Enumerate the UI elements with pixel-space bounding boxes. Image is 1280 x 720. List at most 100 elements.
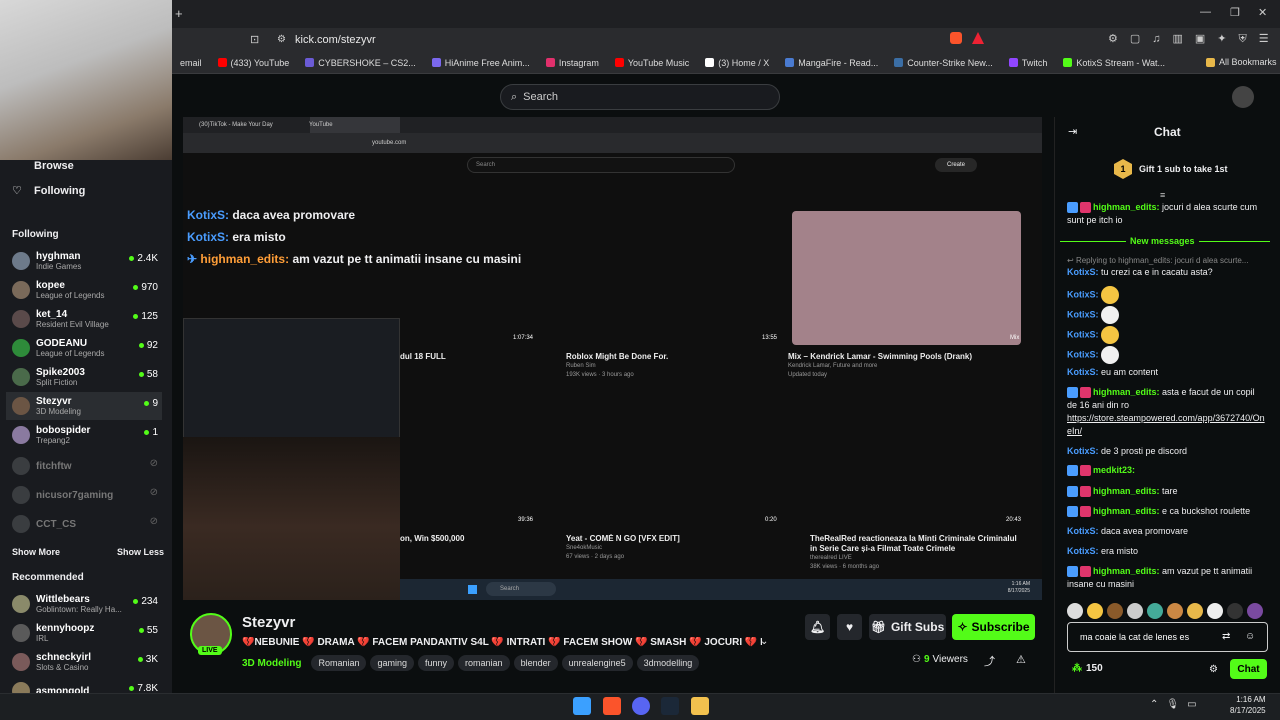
subscribe-button[interactable]: ✧ Subscribe <box>952 614 1035 640</box>
sidebar-channel-item[interactable]: Stezyvr 3D Modeling 9 <box>6 392 162 420</box>
share-icon[interactable]: ⤴ <box>984 653 995 669</box>
chat-link[interactable]: https://store.steampowered.com/app/36727… <box>1067 413 1265 436</box>
bookmark-item[interactable]: Counter-Strike New... <box>886 58 1001 68</box>
sidebar-channel-item[interactable]: CCT_CS ⊘ <box>12 510 162 538</box>
os-clock[interactable]: 1:16 AM 8/17/2025 <box>1230 694 1266 716</box>
stream-tag[interactable]: Romanian <box>311 655 367 671</box>
report-icon[interactable]: ⚠ <box>1016 653 1026 666</box>
send-chat-button[interactable]: Chat <box>1230 659 1267 679</box>
chat-username[interactable]: highman_edits: <box>1093 202 1160 212</box>
sidebar-channel-item[interactable]: kopee League of Legends 970 <box>12 276 162 304</box>
sidebar-channel-item[interactable]: Wittlebears Goblintown: Really Ha... 234 <box>12 590 162 618</box>
sidebar-channel-item[interactable]: Spike2003 Split Fiction 58 <box>12 363 162 391</box>
new-tab-icon[interactable]: + <box>175 6 183 21</box>
chat-username[interactable]: KotixS: <box>1067 349 1099 359</box>
emote-bar[interactable] <box>1067 603 1263 619</box>
system-tray-icons[interactable]: ⌃🎙︎▭ <box>1150 699 1205 710</box>
browser-toolbar-icons[interactable]: ⚙▢♫▥▣✦⛨☰ <box>1108 32 1280 46</box>
chat-username[interactable]: KotixS: <box>1067 289 1099 299</box>
show-less-button[interactable]: Show Less <box>117 547 164 557</box>
sidebar-channel-item[interactable]: kennyhoopz IRL 55 <box>12 619 162 647</box>
bookmark-item[interactable]: CYBERSHOKE – CS2... <box>297 58 424 68</box>
sidebar-channel-item[interactable]: schneckyirl Slots & Casino 3K <box>12 648 162 676</box>
emote-icon[interactable] <box>1187 603 1203 619</box>
chevron-down-icon[interactable]: ⌄ <box>760 636 768 647</box>
bookmark-item[interactable]: HiAnime Free Anim... <box>424 58 538 68</box>
chat-username[interactable]: highman_edits: <box>1093 486 1160 496</box>
bookmark-item[interactable]: Instagram <box>538 58 607 68</box>
brave-browser-icon[interactable] <box>603 697 621 715</box>
bookmark-item[interactable]: Twitch <box>1001 58 1056 68</box>
collapse-chat-icon[interactable]: ⇥ <box>1068 125 1077 138</box>
close-window-icon[interactable]: ✕ <box>1258 6 1267 19</box>
bookmark-item[interactable]: YouTube Music <box>607 58 697 68</box>
sidebar-channel-item[interactable]: ket_14 Resident Evil Village 125 <box>12 305 162 333</box>
show-more-button[interactable]: Show More <box>12 547 60 557</box>
translate-icon[interactable]: ⇄ <box>1222 631 1230 642</box>
emote-icon[interactable] <box>1147 603 1163 619</box>
sidebar-channel-item[interactable]: hyghman Indie Games 2.4K <box>12 247 162 275</box>
stream-tag[interactable]: blender <box>513 655 558 671</box>
streamer-name[interactable]: Stezyvr <box>242 614 295 631</box>
pinned-icon[interactable]: ≡ <box>1160 190 1165 200</box>
stream-tag[interactable]: unrealengine5 <box>561 655 633 671</box>
emote-icon[interactable] <box>1107 603 1123 619</box>
user-avatar[interactable] <box>1232 86 1254 108</box>
emoji-icon[interactable]: ☺ <box>1245 631 1255 642</box>
sidebar-channel-item[interactable]: bobospider Trepang2 1 <box>12 421 162 449</box>
chat-username[interactable]: highman_edits: <box>1093 566 1160 576</box>
gift-prompt[interactable]: Gift 1 sub to take 1st <box>1139 164 1228 174</box>
url-field[interactable]: kick.com/stezyvr <box>295 34 376 46</box>
chat-username[interactable]: highman_edits: <box>1093 387 1160 397</box>
bookmark-page-icon[interactable]: ⊡ <box>250 33 259 46</box>
brave-shield-icon[interactable] <box>950 32 962 44</box>
stream-tag[interactable]: 3dmodelling <box>636 655 700 671</box>
minimize-icon[interactable]: — <box>1200 6 1211 18</box>
stream-tag[interactable]: romanian <box>458 655 510 671</box>
emote-icon[interactable] <box>1167 603 1183 619</box>
chat-username[interactable]: KotixS: <box>1067 446 1099 456</box>
bell-icon[interactable]: 🔔︎ <box>805 614 830 640</box>
chat-username[interactable]: KotixS: <box>1067 526 1099 536</box>
category-link[interactable]: 3D Modeling <box>242 658 301 669</box>
emote-icon[interactable] <box>1067 603 1083 619</box>
emote-icon[interactable] <box>1207 603 1223 619</box>
file-explorer-icon[interactable] <box>691 697 709 715</box>
maximize-icon[interactable]: ❐ <box>1230 6 1240 19</box>
chat-settings-icon[interactable]: ⚙ <box>1209 664 1218 675</box>
stream-tag[interactable]: funny <box>418 655 455 671</box>
sidebar-channel-item[interactable]: fitchftw ⊘ <box>12 452 162 480</box>
chat-username[interactable]: KotixS: <box>1067 546 1099 556</box>
chat-username[interactable]: KotixS: <box>1067 329 1099 339</box>
channel-points[interactable]: ⁂ 150 <box>1072 663 1103 674</box>
emote-icon[interactable] <box>1127 603 1143 619</box>
discord-icon[interactable] <box>632 697 650 715</box>
chat-username[interactable]: KotixS: <box>1067 309 1099 319</box>
bookmark-item[interactable]: KotixS Stream - Wat... <box>1055 58 1173 68</box>
follow-heart-button[interactable]: ♥ <box>837 614 862 640</box>
gift-subs-button[interactable]: 🎁︎ Gift Subs <box>869 614 946 640</box>
steam-icon[interactable] <box>661 697 679 715</box>
emote-icon[interactable] <box>1247 603 1263 619</box>
chat-username[interactable]: highman_edits: <box>1093 506 1160 516</box>
windows-start-icon[interactable] <box>573 697 591 715</box>
site-info-icon[interactable]: ⚙ <box>277 34 286 45</box>
all-bookmarks[interactable]: All Bookmarks <box>1206 57 1277 67</box>
emote-icon[interactable] <box>1227 603 1243 619</box>
sidebar-channel-item[interactable]: nicusor7gaming ⊘ <box>12 481 162 509</box>
sidebar-following-nav[interactable]: Following <box>34 185 85 197</box>
chat-badge-icon <box>1080 506 1091 518</box>
bookmark-item[interactable]: (433) YouTube <box>210 58 298 68</box>
emote-icon[interactable] <box>1087 603 1103 619</box>
search-input[interactable]: ⌕ Search <box>500 84 780 110</box>
chat-input[interactable]: ma coaie la cat de lenes es <box>1067 622 1268 652</box>
chat-username[interactable]: medkit23: <box>1093 465 1135 475</box>
bookmark-item[interactable]: (3) Home / X <box>697 58 777 68</box>
chat-username[interactable]: KotixS: <box>1067 267 1099 277</box>
chat-username[interactable]: KotixS: <box>1067 367 1099 377</box>
bookmark-item[interactable]: email <box>172 58 210 68</box>
sidebar-browse[interactable]: Browse <box>34 160 74 172</box>
sidebar-channel-item[interactable]: GODEANU League of Legends 92 <box>12 334 162 362</box>
stream-tag[interactable]: gaming <box>370 655 415 671</box>
bookmark-item[interactable]: MangaFire - Read... <box>777 58 886 68</box>
